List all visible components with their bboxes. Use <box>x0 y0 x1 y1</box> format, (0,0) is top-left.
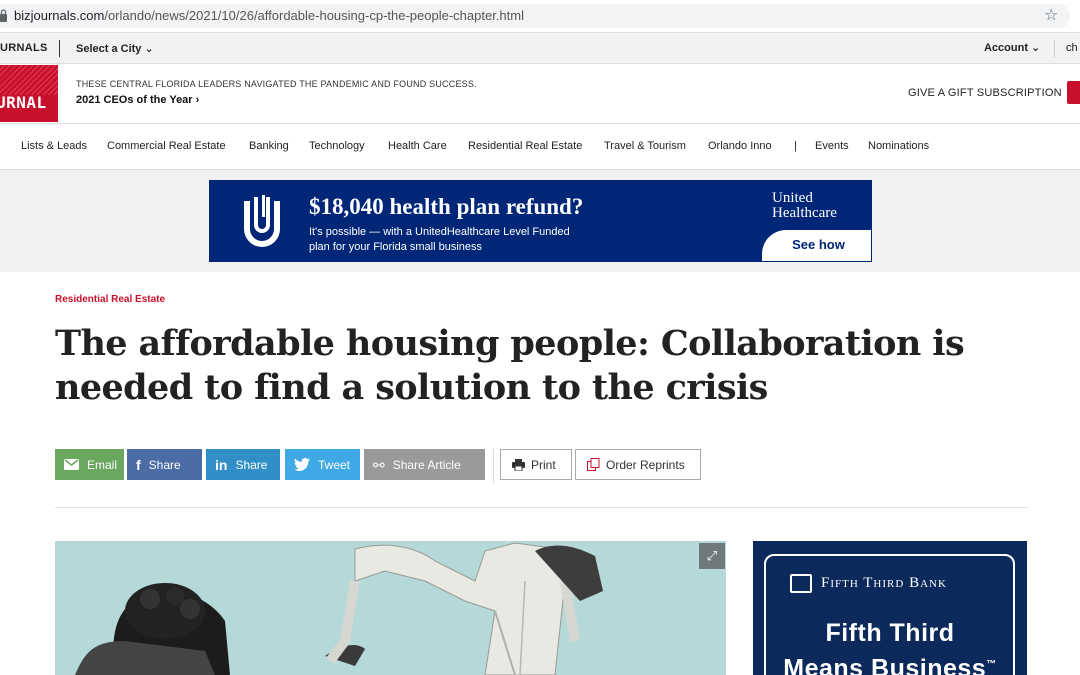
gift-subscription-link[interactable]: GIVE A GIFT SUBSCRIPTION <box>908 87 1062 99</box>
divider <box>59 40 60 57</box>
lock-icon[interactable] <box>0 9 8 23</box>
linkedin-share-label: Share <box>235 457 268 472</box>
article-headline: The affordable housing people: Collabora… <box>55 323 965 408</box>
bookmark-star-icon[interactable]: ☆ <box>1044 5 1058 25</box>
nav-item-travel-tourism[interactable]: Travel & Tourism <box>604 140 686 152</box>
ad-brand-line: Healthcare <box>772 205 837 221</box>
share-article-button[interactable]: ⚯ Share Article <box>364 449 485 480</box>
url-text[interactable]: bizjournals.com/orlando/news/2021/10/26/… <box>14 8 524 23</box>
nav-item-health-care[interactable]: Health Care <box>388 140 447 152</box>
fifth-third-sidebar-ad[interactable]: Fifth Third Bank Fifth Third Means Busin… <box>753 541 1027 675</box>
email-share-button[interactable]: Email <box>55 449 124 480</box>
ad-tagline-line: Means Business™ <box>753 649 1027 675</box>
nav-item-nominations[interactable]: Nominations <box>868 140 929 152</box>
truncated-link[interactable]: ch <box>1066 42 1078 54</box>
ad-tagline-line: Fifth Third <box>825 619 955 647</box>
promo-link[interactable]: 2021 CEOs of the Year › <box>76 94 199 106</box>
divider <box>55 507 1027 508</box>
ad-headline: $18,040 health plan refund? <box>309 194 584 219</box>
hero-illustration <box>75 542 603 675</box>
ad-subtext-line: plan for your Florida small business <box>309 241 483 253</box>
brand-name[interactable]: URNALS <box>0 42 48 54</box>
divider <box>1054 40 1055 57</box>
printer-icon <box>512 458 525 471</box>
promo-kicker: These Central Florida leaders navigated … <box>76 79 477 89</box>
ad-subtext: It's possible — with a UnitedHealthcare … <box>309 225 629 255</box>
order-reprints-button[interactable]: Order Reprints <box>575 449 701 480</box>
reprints-icon <box>587 458 600 471</box>
nav-item-commercial-real-estate[interactable]: Commercial Real Estate <box>107 140 226 152</box>
url-path: /orlando/news/2021/10/26/affordable-hous… <box>104 8 524 23</box>
unitedhealthcare-banner-ad[interactable]: $18,040 health plan refund? It's possibl… <box>209 180 872 262</box>
divider <box>493 449 494 483</box>
select-city-dropdown[interactable]: Select a City ⌄ <box>76 42 154 55</box>
site-header: URNAL These Central Florida leaders navi… <box>0 64 1080 124</box>
expand-image-icon[interactable]: ⤢ <box>699 543 725 569</box>
url-host: bizjournals.com <box>14 8 105 23</box>
article-hero-image[interactable] <box>55 541 726 675</box>
nav-item-lists-leads[interactable]: Lists & Leads <box>21 140 87 152</box>
ad-brand-name: United Healthcare <box>772 191 837 221</box>
email-share-label: Email <box>87 457 118 472</box>
site-logo[interactable]: URNAL <box>0 65 58 122</box>
unitedhealthcare-logo-icon <box>244 195 280 247</box>
link-icon: ⚯ <box>373 456 385 473</box>
twitter-bird-icon <box>294 458 310 471</box>
nav-separator: | <box>794 140 797 152</box>
print-button[interactable]: Print <box>500 449 572 480</box>
top-strip: URNALS Select a City ⌄ Account ⌄ ch <box>0 33 1080 64</box>
facebook-icon: f <box>136 456 141 473</box>
twitter-share-label: Tweet <box>318 457 351 472</box>
nav-item-residential-real-estate[interactable]: Residential Real Estate <box>468 140 582 152</box>
twitter-share-button[interactable]: Tweet <box>285 449 360 480</box>
nav-item-technology[interactable]: Technology <box>309 140 365 152</box>
logo-text: URNAL <box>0 93 47 112</box>
bank-name: Fifth Third Bank <box>821 575 947 591</box>
nav-item-events[interactable]: Events <box>815 140 849 152</box>
facebook-share-label: Share <box>148 457 181 472</box>
nav-item-orlando-inno[interactable]: Orlando Inno <box>708 140 772 152</box>
print-label: Print <box>531 457 556 472</box>
fifth-third-logo-icon <box>790 574 812 593</box>
logo-pattern <box>0 65 58 95</box>
envelope-icon <box>64 459 79 470</box>
linkedin-share-button[interactable]: in Share <box>206 449 280 480</box>
ad-subtext-line: It's possible — with a UnitedHealthcare … <box>309 226 570 238</box>
main-nav: Lists & Leads Commercial Real Estate Ban… <box>0 124 1080 170</box>
ad-band: $18,040 health plan refund? It's possibl… <box>0 170 1080 272</box>
ad-tagline: Fifth Third Means Business™ <box>753 617 1027 675</box>
linkedin-icon: in <box>215 456 228 473</box>
ad-tagline-text: Means Business <box>783 654 987 675</box>
facebook-share-button[interactable]: f Share <box>127 449 202 480</box>
share-article-label: Share Article <box>392 457 461 472</box>
browser-url-bar: bizjournals.com/orlando/news/2021/10/26/… <box>0 0 1080 33</box>
ad-brand-line: United <box>772 190 813 206</box>
nav-item-banking[interactable]: Banking <box>249 140 289 152</box>
order-reprints-label: Order Reprints <box>606 457 685 472</box>
article-category-link[interactable]: Residential Real Estate <box>55 294 165 305</box>
account-dropdown[interactable]: Account ⌄ <box>984 41 1040 54</box>
trademark-symbol: ™ <box>986 659 997 670</box>
see-how-button[interactable]: See how <box>762 230 871 261</box>
subscribe-button[interactable] <box>1067 81 1080 104</box>
